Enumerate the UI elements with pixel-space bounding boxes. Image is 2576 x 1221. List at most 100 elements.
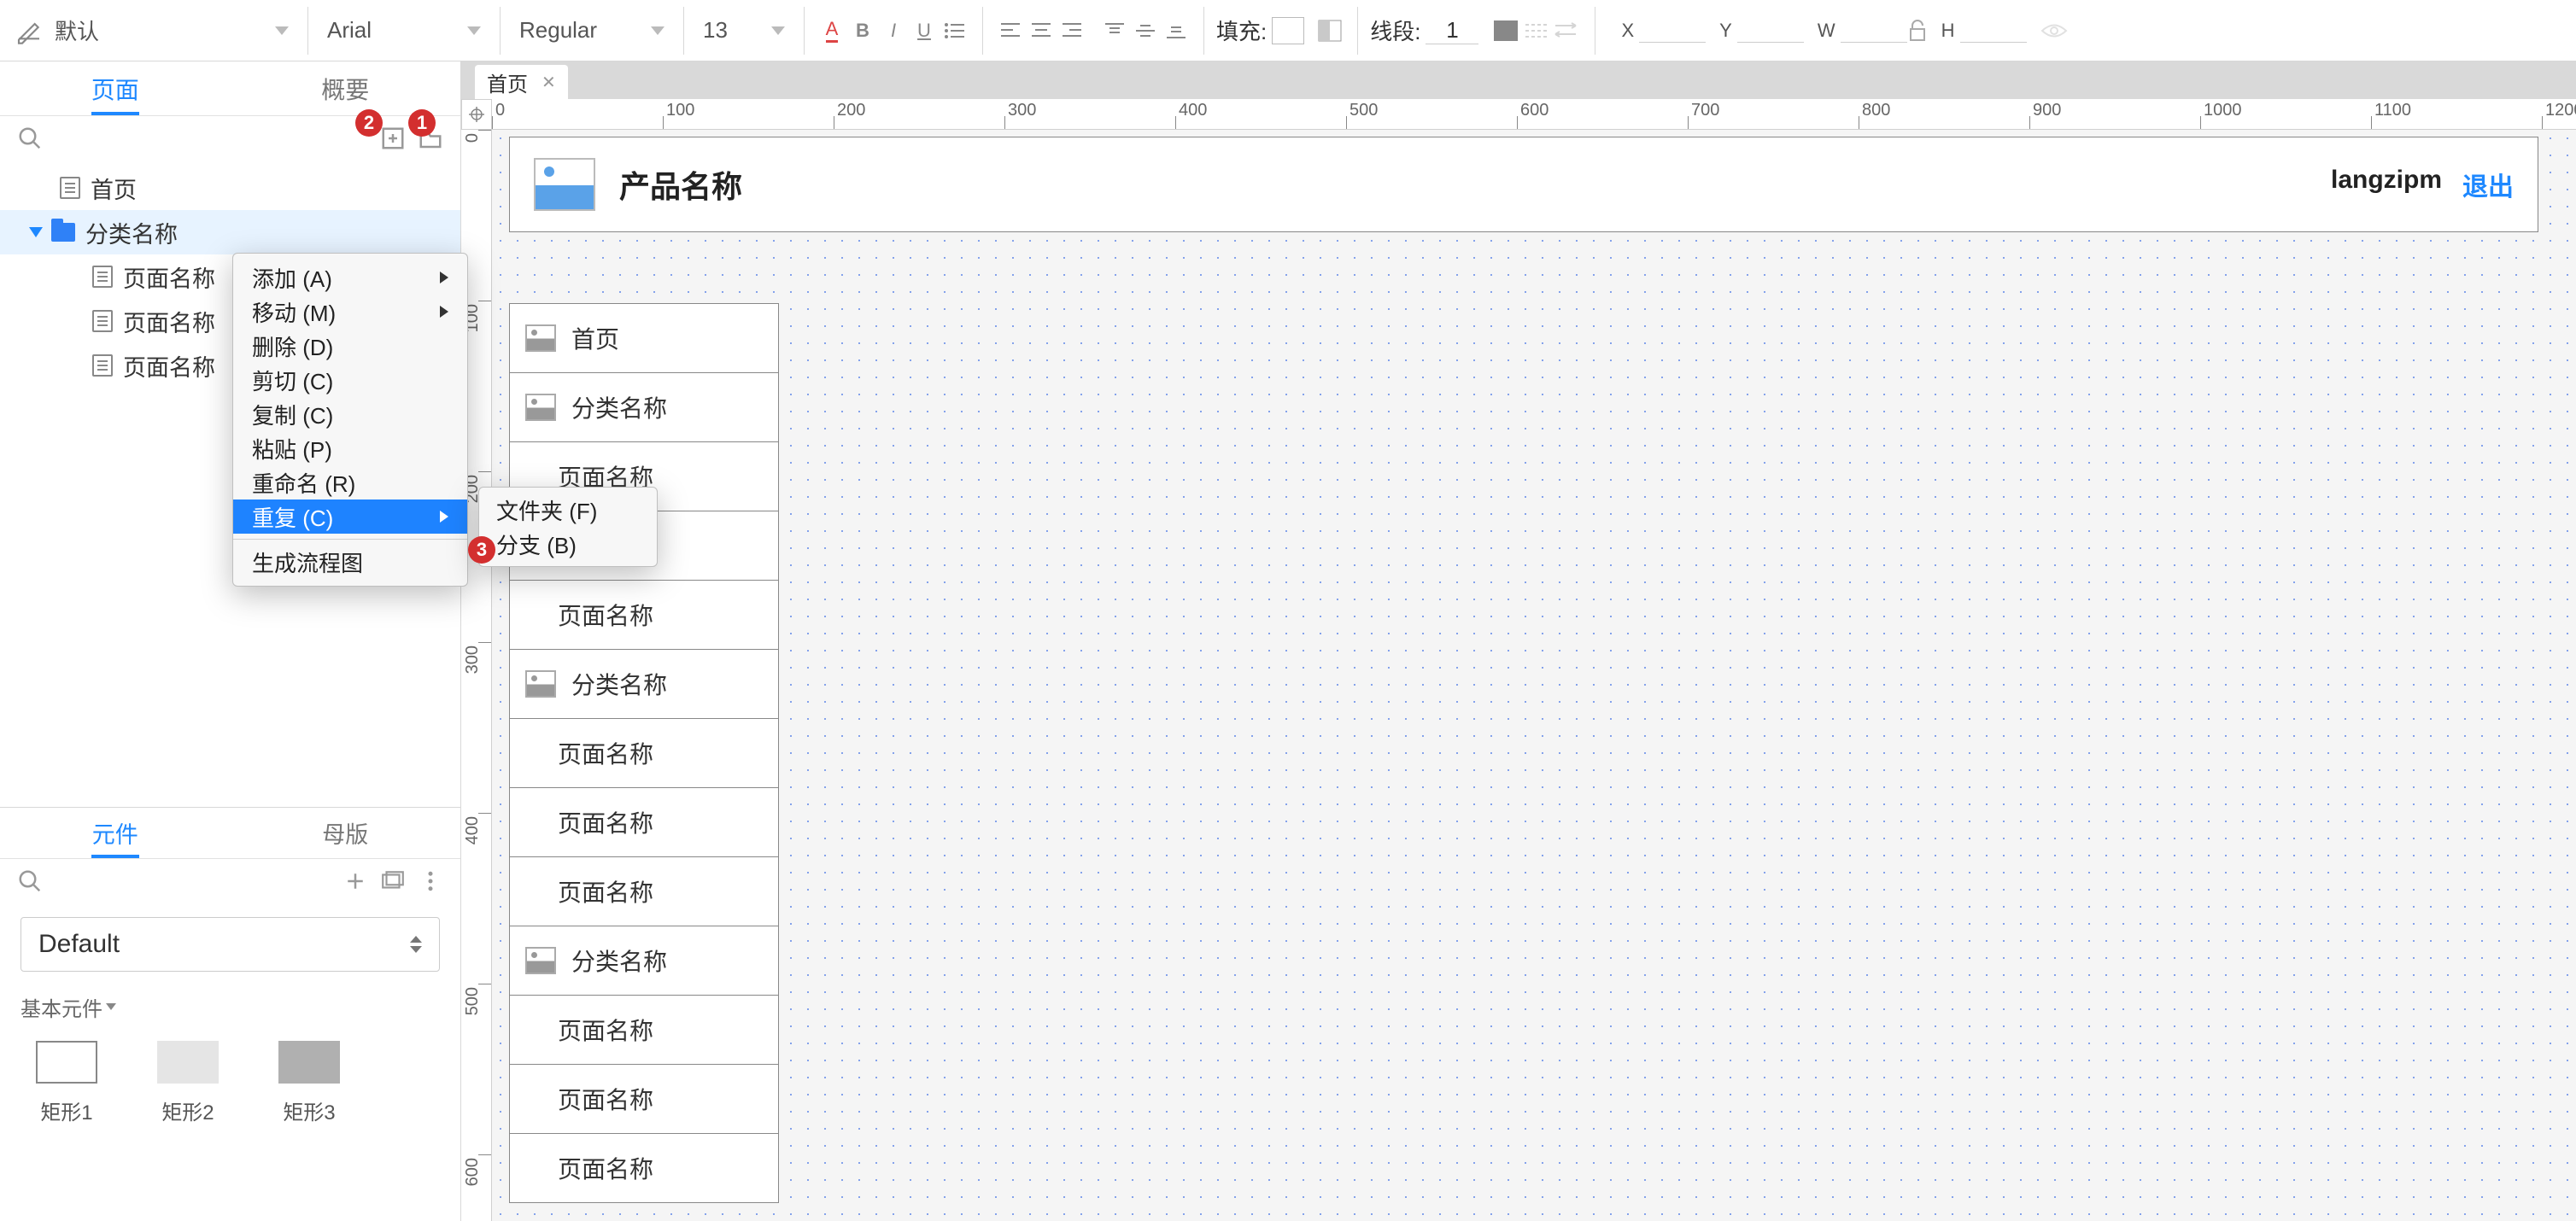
document-tab[interactable]: 首页 ✕ — [475, 65, 568, 99]
y-input[interactable] — [1737, 18, 1804, 43]
x-input[interactable] — [1639, 18, 1706, 43]
annotation-badge-3: 3 — [468, 536, 495, 564]
font-size-dropdown[interactable]: 13 — [696, 7, 792, 55]
bold-icon[interactable]: B — [847, 17, 878, 44]
visibility-icon[interactable] — [2039, 17, 2070, 44]
stroke-style-icon[interactable] — [1521, 17, 1552, 44]
tree-item-home[interactable]: 首页 — [0, 166, 460, 210]
tab-widgets[interactable]: 元件 — [0, 808, 231, 858]
font-size-value: 13 — [703, 17, 728, 44]
underline-icon[interactable]: U — [909, 17, 940, 44]
pages-toolbar — [0, 116, 460, 161]
tab-pages[interactable]: 页面 — [0, 61, 231, 115]
canvas-area: 首页 ✕ 01002003004005006007008009001000110… — [461, 61, 2576, 1221]
sitemap-row[interactable]: 页面名称 — [509, 856, 779, 926]
text-color-icon[interactable]: A — [817, 17, 847, 44]
menu-duplicate[interactable]: 重复 (C) — [233, 500, 467, 534]
tab-masters[interactable]: 母版 — [231, 808, 461, 858]
shapes-row: 矩形1 矩形2 矩形3 — [0, 1029, 460, 1137]
stepper-icon — [410, 936, 422, 953]
sitemap-row[interactable]: 首页 — [509, 303, 779, 373]
more-icon[interactable] — [418, 868, 443, 894]
page-icon — [92, 354, 113, 377]
add-icon[interactable] — [342, 868, 368, 894]
submenu-branch[interactable]: 分支 (B) — [479, 527, 657, 561]
sitemap-row[interactable]: 分类名称 — [509, 926, 779, 996]
valign-bottom-icon[interactable] — [1161, 17, 1191, 44]
pen-tool-icon[interactable] — [10, 12, 48, 50]
stroke-color-icon[interactable] — [1490, 17, 1521, 44]
image-placeholder-icon — [525, 947, 556, 974]
style-preset-dropdown[interactable]: 默认 — [48, 7, 296, 55]
sitemap-row[interactable]: 页面名称 — [509, 580, 779, 650]
lock-icon[interactable] — [1907, 19, 1928, 43]
align-left-icon[interactable] — [995, 17, 1026, 44]
valign-middle-icon[interactable] — [1130, 17, 1161, 44]
menu-paste[interactable]: 粘贴 (P) — [233, 431, 467, 465]
w-label: W — [1818, 20, 1835, 42]
h-label: H — [1941, 20, 1955, 42]
search-icon[interactable] — [17, 126, 43, 151]
image-placeholder-icon — [534, 158, 595, 211]
valign-top-icon[interactable] — [1099, 17, 1130, 44]
menu-add[interactable]: 添加 (A) — [233, 260, 467, 295]
bullets-icon[interactable] — [940, 17, 970, 44]
sitemap-row[interactable]: 分类名称 — [509, 649, 779, 719]
context-submenu: 文件夹 (F) 分支 (B) — [478, 487, 658, 567]
submenu-folder[interactable]: 文件夹 (F) — [479, 493, 657, 527]
submenu-arrow-icon — [440, 306, 448, 318]
w-input[interactable] — [1841, 18, 1907, 43]
font-family-dropdown[interactable]: Arial — [320, 7, 488, 55]
product-title: 产品名称 — [619, 162, 742, 207]
image-placeholder-icon — [525, 670, 556, 698]
arrow-style-icon[interactable] — [1552, 17, 1583, 44]
sitemap-row[interactable]: 页面名称 — [509, 718, 779, 788]
page-icon — [60, 177, 80, 199]
exit-link[interactable]: 退出 — [2462, 166, 2514, 203]
annotation-badge-2: 2 — [355, 109, 383, 137]
widgets-panel: 元件 母版 Default 基本元件 矩形1 矩形2 矩形3 — [0, 808, 460, 1221]
library-select[interactable]: Default — [20, 917, 440, 972]
widgets-toolbar — [0, 859, 460, 903]
sitemap-row[interactable]: 页面名称 — [509, 1064, 779, 1134]
search-icon[interactable] — [17, 868, 43, 894]
sitemap-row[interactable]: 页面名称 — [509, 787, 779, 857]
italic-icon[interactable]: I — [878, 17, 909, 44]
tab-outline[interactable]: 概要 — [231, 61, 461, 115]
caret-down-icon — [651, 26, 664, 35]
menu-cut[interactable]: 剪切 (C) — [233, 363, 467, 397]
align-right-icon[interactable] — [1057, 17, 1087, 44]
annotation-badge-1: 1 — [408, 109, 436, 137]
widget-rect2[interactable]: 矩形2 — [157, 1041, 219, 1125]
align-center-icon[interactable] — [1026, 17, 1057, 44]
close-icon[interactable]: ✕ — [542, 72, 556, 93]
canvas[interactable]: 产品名称 langzipm 退出 首页分类名称页面名称页面名称页面名称分类名称页… — [492, 130, 2576, 1221]
font-weight-dropdown[interactable]: Regular — [512, 7, 671, 55]
sitemap-widget[interactable]: 首页分类名称页面名称页面名称页面名称分类名称页面名称页面名称页面名称分类名称页面… — [509, 304, 779, 1203]
ruler-horizontal[interactable]: 0100200300400500600700800900100011001200 — [492, 99, 2576, 130]
menu-delete[interactable]: 删除 (D) — [233, 329, 467, 363]
widget-rect1[interactable]: 矩形1 — [36, 1041, 97, 1125]
menu-gen-flow[interactable]: 生成流程图 — [233, 545, 467, 579]
product-header-widget[interactable]: 产品名称 langzipm 退出 — [509, 137, 2538, 232]
chevron-down-icon — [106, 1003, 116, 1010]
expand-icon[interactable] — [29, 227, 43, 237]
h-input[interactable] — [1960, 18, 2027, 43]
sitemap-row[interactable]: 页面名称 — [509, 995, 779, 1065]
ruler-origin[interactable] — [461, 99, 492, 130]
widget-rect3[interactable]: 矩形3 — [278, 1041, 340, 1125]
stroke-width-input[interactable] — [1426, 17, 1478, 44]
library-icon[interactable] — [380, 868, 406, 894]
fill-opacity-icon[interactable] — [1314, 17, 1345, 44]
sitemap-row[interactable]: 分类名称 — [509, 372, 779, 442]
menu-rename[interactable]: 重命名 (R) — [233, 465, 467, 500]
fill-color-swatch[interactable] — [1272, 17, 1304, 44]
add-page-icon[interactable] — [380, 126, 406, 151]
submenu-arrow-icon — [440, 511, 448, 523]
menu-move[interactable]: 移动 (M) — [233, 295, 467, 329]
x-label: X — [1621, 20, 1634, 42]
menu-copy[interactable]: 复制 (C) — [233, 397, 467, 431]
widget-group-label[interactable]: 基本元件 — [0, 985, 460, 1029]
sitemap-row[interactable]: 页面名称 — [509, 1133, 779, 1203]
tree-item-category[interactable]: 分类名称 — [0, 210, 460, 254]
